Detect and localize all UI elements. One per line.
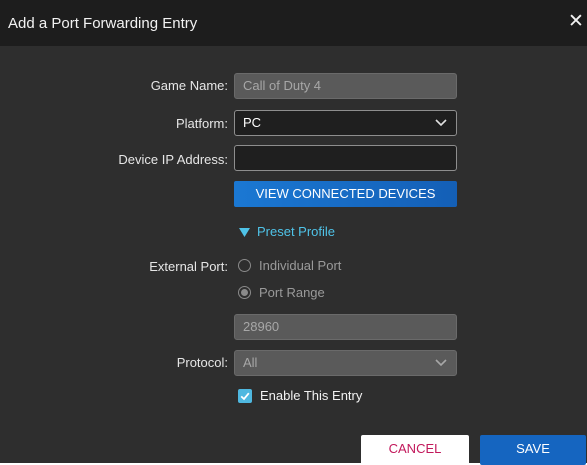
port-range-radio[interactable]: Port Range xyxy=(238,285,325,300)
close-icon[interactable]: ✕ xyxy=(566,12,586,32)
port-range-field[interactable]: 28960 xyxy=(234,314,457,340)
triangle-down-icon xyxy=(239,228,250,238)
platform-value: PC xyxy=(243,115,262,130)
protocol-label: Protocol: xyxy=(176,355,228,370)
preset-profile-label: Preset Profile xyxy=(257,224,336,239)
platform-label: Platform: xyxy=(175,116,228,131)
radio-unchecked-icon xyxy=(238,259,251,273)
dialog-titlebar: Add a Port Forwarding Entry ✕ xyxy=(0,0,587,46)
checkbox-checked-icon xyxy=(238,388,252,403)
chevron-down-icon xyxy=(435,359,447,367)
device-ip-input[interactable] xyxy=(234,145,457,171)
individual-port-label: Individual Port xyxy=(259,258,342,273)
device-ip-label: Device IP Address: xyxy=(118,152,228,167)
save-button[interactable]: SAVE xyxy=(480,435,586,465)
dialog-title: Add a Port Forwarding Entry xyxy=(8,15,198,32)
port-range-label: Port Range xyxy=(259,285,325,300)
enable-entry-checkbox[interactable]: Enable This Entry xyxy=(238,388,362,404)
game-name-field[interactable]: Call of Duty 4 xyxy=(234,73,457,99)
view-connected-devices-button[interactable]: VIEW CONNECTED DEVICES xyxy=(234,181,457,207)
platform-select[interactable]: PC xyxy=(234,110,457,136)
enable-entry-label: Enable This Entry xyxy=(260,388,363,403)
radio-checked-icon xyxy=(238,286,251,300)
individual-port-radio[interactable]: Individual Port xyxy=(238,258,341,273)
cancel-button[interactable]: CANCEL xyxy=(361,435,469,465)
preset-profile-toggle[interactable]: Preset Profile xyxy=(239,224,335,239)
chevron-down-icon xyxy=(435,119,447,127)
game-name-label: Game Name: xyxy=(150,78,228,93)
port-forwarding-dialog: Add a Port Forwarding Entry ✕ Game Name:… xyxy=(0,0,587,465)
protocol-value: All xyxy=(243,355,258,370)
external-port-label: External Port: xyxy=(149,259,228,274)
protocol-select[interactable]: All xyxy=(234,350,457,376)
